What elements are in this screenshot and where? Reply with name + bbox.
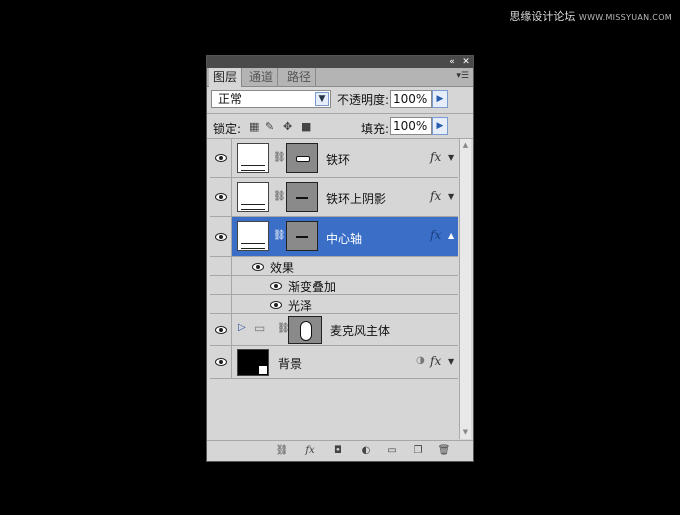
layer-mask-thumbnail [286,221,318,251]
eye-icon [215,154,227,162]
close-icon[interactable]: ✕ [461,57,471,67]
divider [207,113,473,114]
panel-menu-icon[interactable]: ▾☰ [456,71,469,81]
lock-brush-icon[interactable]: ✎ [265,120,274,133]
layer-name[interactable]: 中心轴 [326,230,362,247]
tab-paths[interactable]: 路径 [283,68,317,86]
layer-thumbnail [237,221,269,251]
lock-label: 锁定: [213,122,242,136]
lock-transparent-icon[interactable]: ▦ [249,120,259,133]
eye-icon[interactable] [252,263,264,271]
eye-column [210,295,232,313]
layer-row-background[interactable]: 背景 ◑ fx ▼ [210,346,458,379]
scroll-down-icon[interactable]: ▼ [461,428,470,437]
expand-effects-icon[interactable]: ▼ [448,153,454,162]
blend-mode-value: 正常 [218,92,243,106]
expand-effects-icon[interactable]: ▼ [448,357,454,366]
chevron-down-icon: ▼ [315,92,329,106]
fill-input[interactable]: 100% [390,117,432,135]
layer-thumbnail [237,143,269,173]
eye-icon [215,325,227,334]
collapse-effects-icon[interactable]: ▲ [448,231,454,240]
panel-footer: ⛓ fx ◘ ◐ ▭ ❐ 🗑 [207,440,473,461]
tab-layers[interactable]: 图层 [209,68,243,87]
link-icon[interactable]: ⛓ [273,191,286,203]
watermark-en: WWW.MISSYUAN.COM [578,13,672,22]
collapse-icon[interactable]: « [447,57,457,67]
link-layers-icon[interactable]: ⛓ [275,445,289,457]
effects-label: 效果 [270,261,295,275]
fill-label: 填充: [361,122,390,136]
eye-icon[interactable] [270,282,282,290]
blend-row: 正常 ▼ 不透明度: 100% ▶ [207,87,473,113]
background-thumbnail [237,349,269,376]
layer-row-mic-body-group[interactable]: ▷ ▭ ⛓ 麦克风主体 [210,314,458,346]
panel-titlebar: « ✕ [207,56,473,68]
layer-mask-thumbnail [286,143,318,173]
visibility-toggle[interactable] [210,139,232,177]
visibility-toggle[interactable] [210,178,232,216]
lock-move-icon[interactable]: ✥ [283,120,292,133]
watermark: 思缘设计论坛 WWW.MISSYUAN.COM [509,8,672,24]
tab-channels[interactable]: 通道 [245,68,279,86]
new-layer-icon[interactable]: ❐ [411,445,425,457]
layers-panel: « ✕ 图层 通道 路径 ▾☰ 正常 ▼ 不透明度: 100% ▶ 锁定: ▦ … [206,55,474,462]
fx-icon[interactable]: fx [430,228,441,242]
visibility-toggle[interactable] [210,346,232,378]
eye-column [210,276,232,294]
add-style-icon[interactable]: fx [303,445,317,457]
opacity-slider-button[interactable]: ▶ [432,90,448,108]
link-icon[interactable]: ⛓ [277,323,290,335]
lock-all-icon[interactable]: ■ [301,120,311,133]
opacity-input[interactable]: 100% [390,90,432,108]
effect-row-satin[interactable]: 光泽 [210,295,458,314]
layer-name[interactable]: 麦克风主体 [330,322,390,339]
style-icon: ◑ [416,355,425,366]
group-mask-thumbnail [288,316,322,344]
fx-icon[interactable]: fx [430,150,441,164]
adjustment-layer-icon[interactable]: ◐ [359,445,373,457]
layer-mask-thumbnail [286,182,318,212]
fill-slider-button[interactable]: ▶ [432,117,448,135]
add-mask-icon[interactable]: ◘ [331,445,345,457]
eye-icon [215,358,227,366]
new-group-icon[interactable]: ▭ [385,445,399,457]
visibility-toggle[interactable] [210,314,232,345]
eye-icon [215,193,227,201]
visibility-toggle[interactable] [210,217,232,256]
effect-name: 光泽 [288,299,313,313]
blend-mode-select[interactable]: 正常 ▼ [211,90,331,108]
effect-row-gradient-overlay[interactable]: 渐变叠加 [210,276,458,295]
layer-row-iron-ring[interactable]: ⛓ 铁环 fx ▼ [210,139,458,178]
fx-icon[interactable]: fx [430,189,441,203]
layer-row-center-axis[interactable]: ⛓ 中心轴 fx ▲ [210,217,458,257]
layers-list: ⛓ 铁环 fx ▼ ⛓ 铁环上阴影 fx ▼ ⛓ 中心轴 fx ▲ 效果 渐变叠… [210,139,458,439]
link-icon[interactable]: ⛓ [273,230,286,242]
effect-name: 渐变叠加 [288,280,337,294]
panel-tabs: 图层 通道 路径 ▾☰ [207,68,473,87]
effects-header-row[interactable]: 效果 [210,257,458,276]
eye-icon[interactable] [270,301,282,309]
delete-layer-icon[interactable]: 🗑 [437,445,451,457]
layer-thumbnail [237,182,269,212]
scroll-up-icon[interactable]: ▲ [461,141,470,150]
folder-icon: ▭ [254,321,266,335]
expand-group-icon[interactable]: ▷ [238,322,246,333]
layer-name[interactable]: 铁环 [326,151,350,168]
link-icon[interactable]: ⛓ [273,152,286,164]
layer-name[interactable]: 背景 [278,355,302,372]
opacity-label: 不透明度: [337,93,390,107]
layer-row-iron-ring-shadow[interactable]: ⛓ 铁环上阴影 fx ▼ [210,178,458,217]
expand-effects-icon[interactable]: ▼ [448,192,454,201]
layer-name[interactable]: 铁环上阴影 [326,190,386,207]
fx-icon[interactable]: fx [430,354,441,368]
eye-icon [215,232,227,241]
eye-column [210,257,232,275]
layers-scrollbar[interactable]: ▲ ▼ [459,139,471,439]
watermark-cn: 思缘设计论坛 [509,10,576,23]
